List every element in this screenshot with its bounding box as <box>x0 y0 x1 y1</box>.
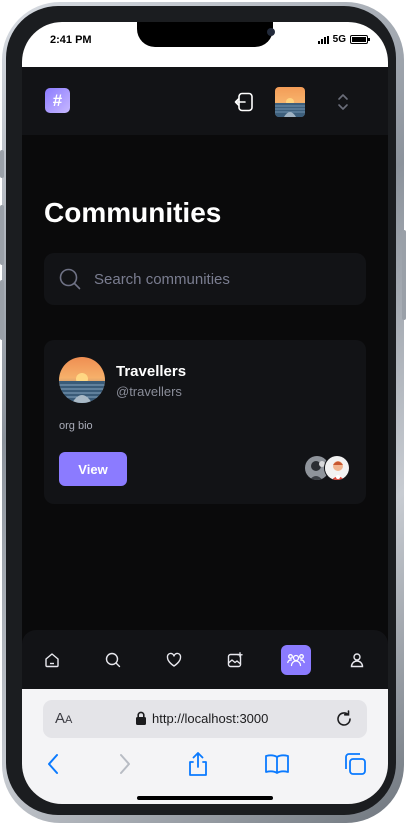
communities-icon <box>287 654 305 667</box>
volume-up-button <box>0 205 4 265</box>
bottom-nav <box>22 630 388 689</box>
text-size-label-big: A <box>55 710 66 727</box>
logout-icon[interactable] <box>233 91 255 113</box>
member-avatar <box>324 455 350 481</box>
power-button <box>402 230 406 320</box>
back-icon[interactable] <box>40 751 66 777</box>
lock-icon <box>136 711 146 725</box>
signal-icon <box>317 35 329 44</box>
home-indicator <box>137 796 273 800</box>
create-post-icon <box>227 652 243 668</box>
app-screen: # Communities Search communities Travell… <box>22 67 388 689</box>
community-card: Travellers @travellers org bio View <box>44 340 366 504</box>
nav-profile[interactable] <box>342 645 372 675</box>
bookmarks-icon[interactable] <box>264 751 290 777</box>
heart-icon <box>166 652 182 667</box>
search-input[interactable] <box>94 253 354 305</box>
community-handle: @travellers <box>116 384 182 399</box>
nav-communities[interactable] <box>281 645 311 675</box>
nav-search[interactable] <box>98 645 128 675</box>
mute-switch <box>0 150 4 178</box>
status-bar: 2:41 PM 5G <box>22 22 388 67</box>
notch <box>137 22 275 47</box>
profile-icon <box>350 653 364 668</box>
community-name[interactable]: Travellers <box>116 363 186 380</box>
forward-icon[interactable] <box>112 751 138 777</box>
user-avatar[interactable] <box>275 87 305 117</box>
share-icon[interactable] <box>185 751 211 777</box>
battery-icon <box>350 35 370 44</box>
reload-icon[interactable] <box>334 709 354 729</box>
search-icon <box>105 652 121 668</box>
browser-toolbar: AA http://localhost:3000 <box>22 689 388 804</box>
phone-screen: 2:41 PM 5G # Communities Search communit… <box>22 22 388 804</box>
search-bar[interactable] <box>44 253 366 305</box>
nav-home[interactable] <box>37 645 67 675</box>
tabs-icon[interactable] <box>342 751 368 777</box>
app-logo[interactable]: # <box>45 88 70 113</box>
front-camera <box>267 28 275 36</box>
text-size-button[interactable]: AA <box>55 710 72 727</box>
top-bar: # <box>22 67 388 135</box>
address-bar[interactable]: AA http://localhost:3000 <box>43 700 367 738</box>
page-title: Communities <box>44 197 222 228</box>
home-icon <box>45 653 59 668</box>
community-avatar[interactable] <box>59 357 105 403</box>
status-indicators: 5G <box>317 34 370 45</box>
url-text[interactable]: http://localhost:3000 <box>152 711 268 726</box>
member-avatars <box>304 455 352 483</box>
view-button[interactable]: View <box>59 452 127 486</box>
volume-down-button <box>0 280 4 340</box>
status-time: 2:41 PM <box>50 34 92 46</box>
nav-create[interactable] <box>220 645 250 675</box>
text-size-label-small: A <box>65 714 73 726</box>
chevron-up-down-icon[interactable] <box>334 91 352 113</box>
network-label: 5G <box>332 34 346 45</box>
search-icon <box>59 268 81 290</box>
community-bio: org bio <box>59 420 93 432</box>
nav-activity[interactable] <box>159 645 189 675</box>
